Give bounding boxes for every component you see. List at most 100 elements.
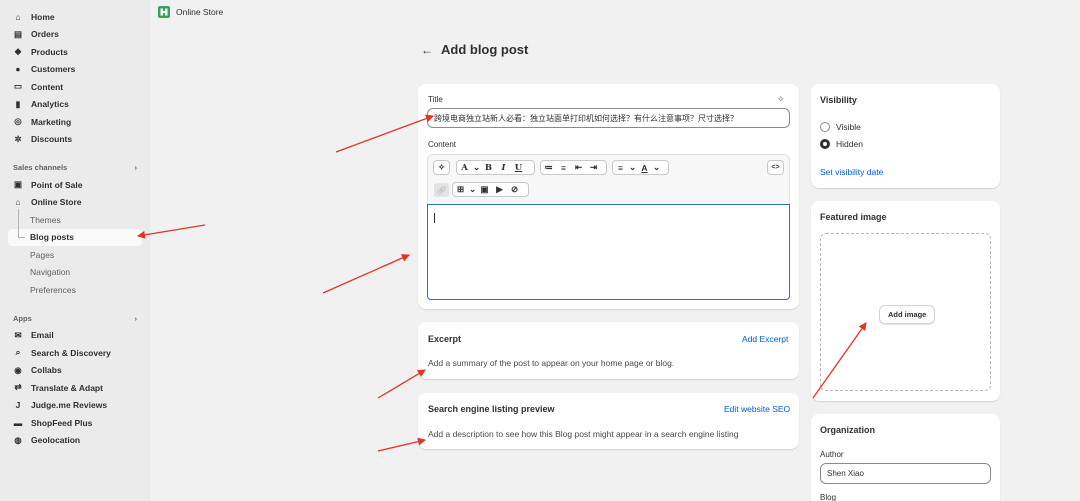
sidebar-item-translate-adapt[interactable]: ⇄ Translate & Adapt: [0, 379, 150, 397]
sidebar-item-label: Marketing: [31, 116, 72, 127]
sidebar-item-label: Customers: [31, 64, 76, 75]
sidebar-subitem-pages[interactable]: Pages: [0, 246, 150, 264]
sidebar-item-geolocation[interactable]: ◍ Geolocation: [0, 432, 150, 450]
table-icon[interactable]: ⊞: [453, 183, 468, 196]
numbered-list-icon[interactable]: ≡: [556, 161, 571, 174]
clear-format-icon[interactable]: ⊘: [507, 183, 522, 196]
set-visibility-date-link[interactable]: Set visibility date: [820, 167, 883, 177]
sidebar-item-judge-me-reviews[interactable]: J Judge.me Reviews: [0, 397, 150, 415]
bullet-list-icon[interactable]: ≔: [541, 161, 556, 174]
content-editor[interactable]: [427, 204, 790, 300]
sidebar-item-label: Collabs: [31, 365, 62, 376]
back-arrow-icon[interactable]: ←: [421, 43, 433, 57]
excerpt-card: [418, 322, 799, 379]
sidebar-item-marketing[interactable]: ◎ Marketing: [0, 113, 150, 131]
home-icon: ⌂: [15, 11, 21, 22]
sidebar-item-label: Translate & Adapt: [31, 382, 103, 393]
sidebar-item-shopfeed-plus[interactable]: ▬ ShopFeed Plus: [0, 414, 150, 432]
arrow-to-content: [322, 254, 410, 294]
magic-sparkle-icon[interactable]: ✧: [777, 94, 785, 105]
author-input[interactable]: Shen Xiao: [820, 463, 991, 484]
sidebar-item-customers[interactable]: ● Customers: [0, 61, 150, 79]
sidebar-item-label: Content: [31, 81, 64, 92]
font-style-icon[interactable]: A: [457, 161, 472, 174]
sidebar-item-orders[interactable]: ▤ Orders: [0, 26, 150, 44]
sidebar-item-discounts[interactable]: ✲ Discounts: [0, 131, 150, 149]
sidebar-item-label: Products: [31, 46, 68, 57]
translate-icon: ⇄: [14, 382, 22, 393]
text-color-icon[interactable]: A: [637, 161, 652, 174]
sidebar-subitem-themes[interactable]: Themes: [0, 211, 150, 229]
chevron-down-icon[interactable]: ⌄: [472, 161, 481, 174]
list-group: ≔ ≡ ⇤ ⇥: [540, 160, 607, 175]
sidebar-item-point-of-sale[interactable]: ▣ Point of Sale: [0, 176, 150, 194]
online-store-icon: [158, 6, 170, 18]
sidebar-item-analytics[interactable]: ▮ Analytics: [0, 96, 150, 114]
underline-icon[interactable]: U: [511, 161, 526, 174]
tree-tick: [18, 237, 25, 238]
align-left-icon[interactable]: ≡: [613, 161, 628, 174]
page-title: Add blog post: [441, 42, 529, 57]
seo-title: Search engine listing preview: [428, 404, 555, 414]
content-icon: ▭: [13, 81, 23, 92]
seo-description: Add a description to see how this Blog p…: [428, 429, 739, 439]
judgeme-icon: J: [15, 400, 21, 411]
edit-seo-link[interactable]: Edit website SEO: [724, 404, 790, 414]
chevron-down-icon[interactable]: ⌄: [628, 161, 637, 174]
mail-icon: ✉: [14, 329, 22, 340]
bold-icon[interactable]: B: [481, 161, 496, 174]
chevron-down-icon[interactable]: ⌄: [652, 161, 661, 174]
excerpt-title: Excerpt: [428, 334, 462, 344]
sidebar-item-label: Online Store: [31, 197, 82, 208]
sidebar-item-collabs[interactable]: ◉ Collabs: [0, 362, 150, 380]
ai-magic-button[interactable]: ✧: [433, 160, 450, 175]
sidebar-item-online-store[interactable]: ⌂ Online Store: [0, 194, 150, 212]
italic-icon[interactable]: I: [496, 161, 511, 174]
orders-icon: ▤: [13, 28, 23, 39]
hidden-radio[interactable]: Hidden: [820, 139, 863, 149]
sidebar-subitem-navigation[interactable]: Navigation: [0, 264, 150, 282]
sidebar-item-label: Home: [31, 11, 55, 22]
excerpt-description: Add a summary of the post to appear on y…: [428, 358, 675, 368]
globe-icon: ◍: [14, 434, 22, 445]
sidebar-item-content[interactable]: ▭ Content: [0, 78, 150, 96]
add-excerpt-link[interactable]: Add Excerpt: [742, 334, 788, 344]
sidebar-subitem-blog-posts[interactable]: Blog posts: [8, 228, 142, 246]
topbar-title: Online Store: [176, 7, 224, 17]
sidebar-item-email[interactable]: ✉ Email: [0, 327, 150, 345]
sidebar-subitem-preferences[interactable]: Preferences: [0, 281, 150, 299]
title-input[interactable]: 跨境电商独立站新人必看：独立站面单打印机如何选择？有什么注意事项？尺寸选择？: [427, 108, 790, 128]
align-color-group: ≡ ⌄ A ⌄: [612, 160, 669, 175]
title-label: Title: [428, 95, 443, 104]
visible-radio[interactable]: Visible: [820, 122, 861, 132]
sidebar-item-label: Search & Discovery: [31, 347, 111, 358]
code-icon: <>: [771, 164, 780, 171]
sidebar-item-label: Analytics: [31, 99, 69, 110]
chevron-down-icon[interactable]: ⌄: [468, 183, 477, 196]
sales-channels-header[interactable]: Sales channels ›: [0, 159, 150, 176]
top-bar: Online Store: [150, 0, 1080, 24]
outdent-icon[interactable]: ⇤: [571, 161, 586, 174]
radio-checked-icon: [820, 139, 830, 149]
sidebar-item-label: ShopFeed Plus: [31, 417, 93, 428]
sidebar-item-products[interactable]: ◆ Products: [0, 43, 150, 61]
blog-label: Blog: [820, 493, 837, 501]
sidebar-item-home[interactable]: ⌂ Home: [0, 8, 150, 26]
indent-icon[interactable]: ⇥: [586, 161, 601, 174]
video-icon[interactable]: ▶: [492, 183, 507, 196]
apps-header[interactable]: Apps ›: [0, 310, 150, 327]
discount-icon: ✲: [14, 133, 22, 144]
featured-image-title: Featured image: [820, 212, 887, 222]
sidebar-item-label: Judge.me Reviews: [31, 400, 108, 411]
link-icon[interactable]: 🔗︎: [434, 183, 449, 197]
image-icon[interactable]: ▣: [477, 183, 492, 196]
sidebar-item-label: Orders: [31, 29, 59, 40]
tree-line: [18, 209, 19, 238]
add-image-button[interactable]: Add image: [879, 305, 936, 324]
radio-unchecked-icon: [820, 122, 830, 132]
sidebar-item-label: Email: [31, 330, 54, 341]
sidebar-item-search-discovery[interactable]: ⌕ Search & Discovery: [0, 344, 150, 362]
target-icon: ◎: [14, 116, 22, 127]
html-view-button[interactable]: <>: [767, 160, 784, 175]
sidebar: ⌂ Home ▤ Orders ◆ Products ● Customers ▭ Content ▮…: [0, 0, 150, 501]
